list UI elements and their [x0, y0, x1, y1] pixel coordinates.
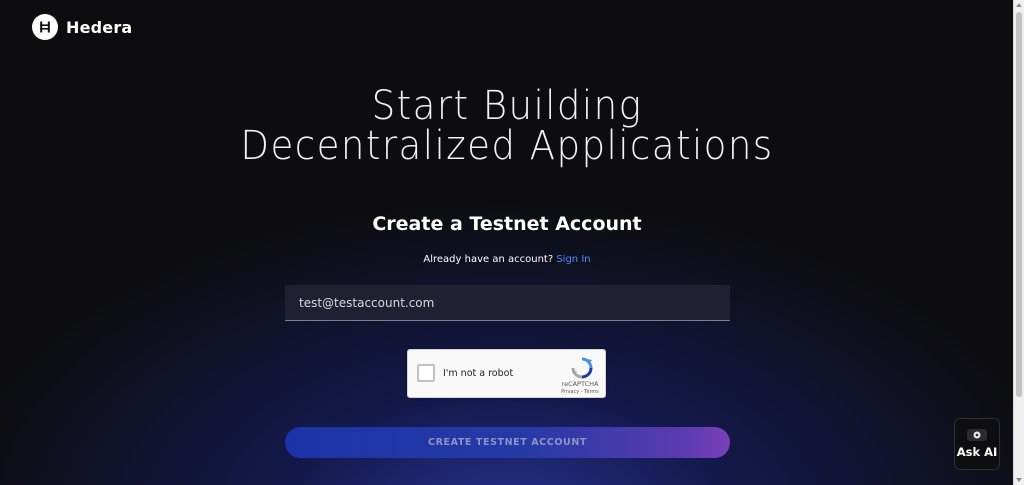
brand-name: Hedera — [66, 17, 133, 37]
recaptcha-terms[interactable]: Privacy - Terms — [556, 389, 604, 395]
hero-line-2: Decentralized Applications — [240, 123, 774, 169]
recaptcha-label: I'm not a robot — [443, 368, 514, 379]
page-scrollbar[interactable] — [1013, 0, 1024, 485]
hero-line-1: Start Building — [371, 83, 643, 129]
recaptcha-widget: I'm not a robot reCAPTCHA Privacy - Term… — [407, 349, 606, 398]
scroll-up-icon[interactable] — [1016, 3, 1022, 7]
page: Hedera Start Building Decentralized Appl… — [0, 0, 1014, 485]
form-title: Create a Testnet Account — [372, 213, 642, 235]
chat-bubble-icon — [967, 429, 987, 441]
ask-ai-button[interactable]: Ask AI — [954, 418, 1000, 470]
create-testnet-account-button[interactable]: CREATE TESTNET ACCOUNT — [285, 427, 730, 458]
hedera-logo-link[interactable]: Hedera — [32, 14, 132, 40]
recaptcha-brand: reCAPTCHA — [561, 380, 599, 388]
signin-prompt: Already have an account? Sign In — [0, 254, 1014, 265]
already-text: Already have an account? — [423, 254, 554, 265]
scrollbar-thumb[interactable] — [1016, 12, 1022, 397]
hero-headline: Start Building Decentralized Application… — [35, 86, 978, 166]
scroll-down-icon[interactable] — [1016, 478, 1022, 482]
sign-in-link[interactable]: Sign In — [556, 254, 590, 265]
hedera-h-icon — [32, 14, 58, 40]
email-field[interactable] — [285, 285, 730, 321]
recaptcha-checkbox[interactable] — [417, 364, 435, 382]
ask-ai-label: Ask AI — [956, 445, 998, 459]
